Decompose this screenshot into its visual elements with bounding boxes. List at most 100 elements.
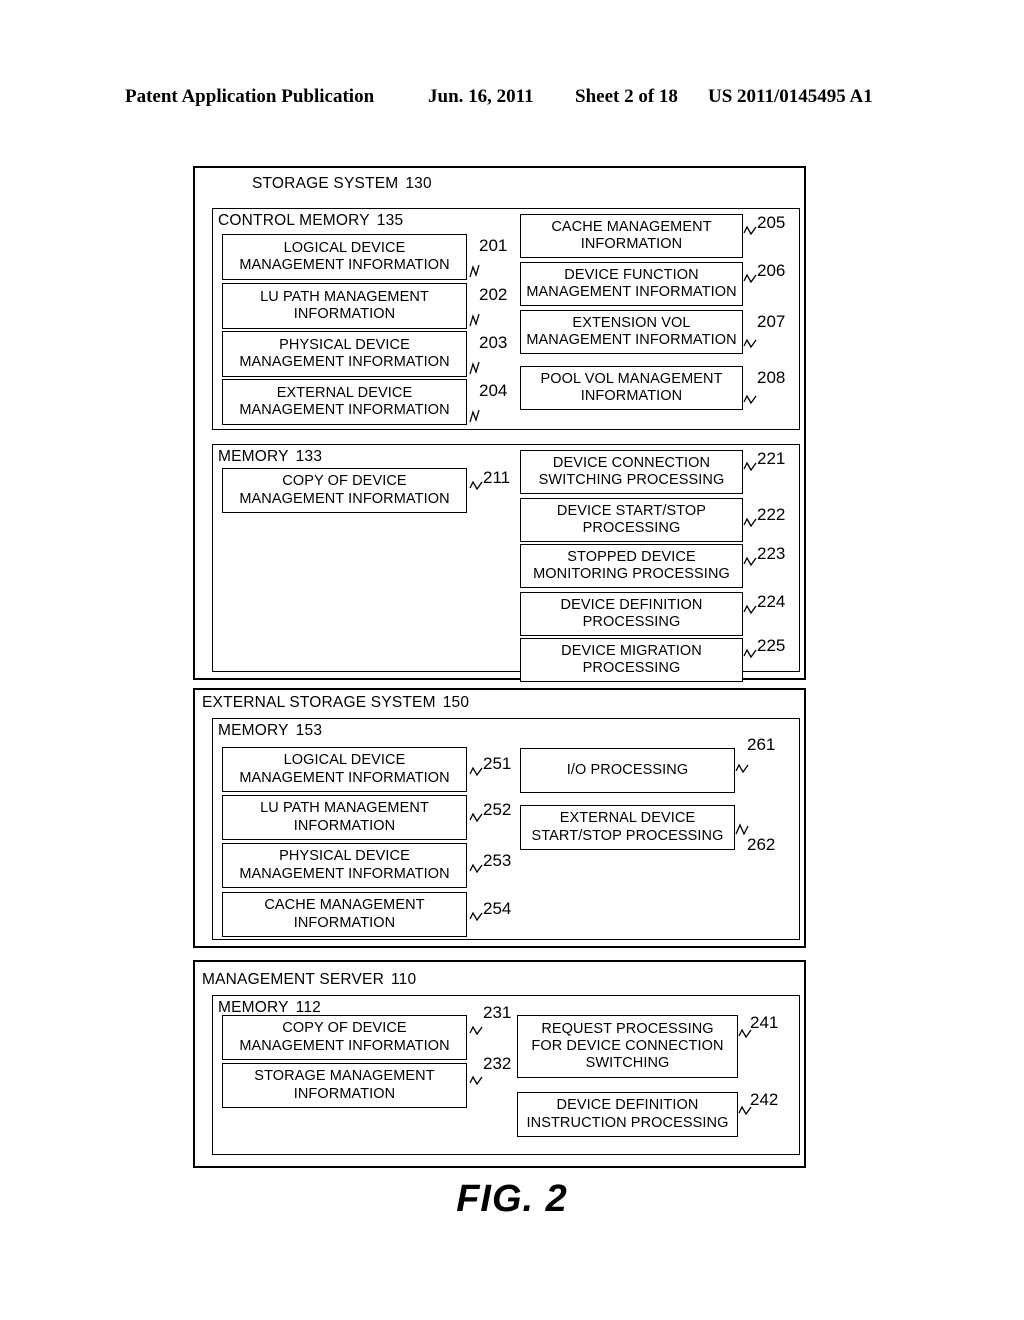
leader-squiggle [735, 762, 751, 774]
block-line: DEVICE FUNCTION [564, 266, 699, 283]
leader-squiggle [468, 264, 484, 278]
block-device-connection-switching-processing: DEVICE CONNECTION SWITCHING PROCESSING [520, 450, 743, 494]
leader-squiggle [469, 479, 485, 491]
storage-system-number: 130 [405, 175, 432, 192]
memory-153-label: MEMORY [218, 722, 289, 739]
leader-squiggle [469, 1074, 485, 1086]
block-line: MANAGEMENT INFORMATION [239, 257, 450, 273]
block-line: EXTERNAL DEVICE [276, 384, 413, 401]
block-logical-device-management-information-153: LOGICAL DEVICE MANAGEMENT INFORMATION [222, 747, 467, 792]
block-line: PROCESSING [582, 660, 681, 676]
storage-system-label: STORAGE SYSTEM [252, 175, 399, 192]
refnum-262: 262 [747, 835, 776, 854]
leader-squiggle [468, 361, 484, 375]
block-line: I/O PROCESSING [566, 761, 689, 778]
block-line: MANAGEMENT INFORMATION [239, 490, 450, 507]
external-storage-system-number: 150 [442, 694, 470, 711]
block-line: STOPPED DEVICE [567, 548, 696, 565]
memory-112-label: MEMORY [218, 999, 289, 1016]
block-line: INFORMATION [580, 236, 683, 252]
refnum-232: 232 [483, 1054, 512, 1073]
block-logical-device-management-information: LOGICAL DEVICE MANAGEMENT INFORMATION [222, 234, 467, 280]
refnum-204: 204 [479, 381, 508, 400]
block-line: INFORMATION [293, 1085, 396, 1102]
block-line: SWITCHING PROCESSING [538, 472, 725, 488]
storage-system-title: STORAGE SYSTEM 130 [252, 175, 432, 193]
memory-133-label: MEMORY [218, 448, 289, 465]
block-line: LU PATH MANAGEMENT [260, 288, 429, 305]
block-line: INFORMATION [293, 817, 396, 834]
block-device-start-stop-processing: DEVICE START/STOP PROCESSING [520, 498, 743, 542]
refnum-206: 206 [757, 261, 786, 280]
refnum-252: 252 [483, 800, 512, 819]
refnum-222: 222 [757, 505, 786, 524]
block-line: MANAGEMENT INFORMATION [239, 769, 450, 786]
leader-squiggle [743, 337, 759, 349]
block-line: POOL VOL MANAGEMENT [540, 370, 723, 387]
leader-squiggle [743, 460, 759, 472]
memory-153-number: 153 [295, 722, 323, 739]
refnum-225: 225 [757, 636, 786, 655]
block-line: MANAGEMENT INFORMATION [239, 402, 450, 418]
block-line: PHYSICAL DEVICE [279, 336, 410, 353]
block-line: EXTENSION VOL [572, 314, 691, 331]
memory-153-title: MEMORY 153 [218, 722, 322, 740]
management-server-title: MANAGEMENT SERVER 110 [202, 971, 416, 989]
block-line: FOR DEVICE CONNECTION [531, 1037, 724, 1054]
leader-squiggle [469, 765, 485, 777]
block-line: PHYSICAL DEVICE [279, 848, 410, 865]
figure-caption: FIG. 2 [456, 1178, 568, 1220]
leader-squiggle [468, 313, 484, 327]
refnum-231: 231 [483, 1003, 512, 1022]
block-line: MANAGEMENT INFORMATION [239, 354, 450, 370]
block-line: MONITORING PROCESSING [533, 566, 730, 582]
refnum-211: 211 [483, 468, 511, 487]
block-line: LOGICAL DEVICE [283, 239, 406, 256]
block-line: PROCESSING [582, 520, 681, 536]
block-line: PROCESSING [582, 614, 681, 630]
block-line: DEVICE MIGRATION [561, 642, 702, 659]
block-line: EXTERNAL DEVICE [559, 810, 696, 827]
block-line: DEVICE START/STOP [556, 502, 707, 519]
block-cache-management-information: CACHE MANAGEMENT INFORMATION [520, 214, 743, 258]
block-device-definition-instruction-processing: DEVICE DEFINITION INSTRUCTION PROCESSING [517, 1092, 738, 1137]
block-line: INFORMATION [580, 388, 683, 404]
block-extension-vol-management-information: EXTENSION VOL MANAGEMENT INFORMATION [520, 310, 743, 354]
block-storage-management-information: STORAGE MANAGEMENT INFORMATION [222, 1063, 467, 1108]
block-line: INSTRUCTION PROCESSING [526, 1114, 729, 1131]
memory-133-title: MEMORY 133 [218, 448, 322, 466]
external-storage-system-title: EXTERNAL STORAGE SYSTEM 150 [202, 694, 469, 712]
block-physical-device-management-information: PHYSICAL DEVICE MANAGEMENT INFORMATION [222, 331, 467, 377]
refnum-202: 202 [479, 285, 508, 304]
block-line: START/STOP PROCESSING [531, 827, 724, 844]
refnum-253: 253 [483, 851, 512, 870]
refnum-224: 224 [757, 592, 786, 611]
refnum-208: 208 [757, 368, 786, 387]
block-io-processing: I/O PROCESSING [520, 748, 735, 793]
leader-squiggle [743, 393, 759, 405]
block-device-function-management-information: DEVICE FUNCTION MANAGEMENT INFORMATION [520, 262, 743, 306]
block-line: DEVICE CONNECTION [552, 454, 711, 471]
leader-squiggle [738, 1104, 754, 1116]
block-request-processing-for-device-connection-switching: REQUEST PROCESSING FOR DEVICE CONNECTION… [517, 1015, 738, 1078]
block-line: MANAGEMENT INFORMATION [526, 332, 737, 348]
block-lu-path-management-information: LU PATH MANAGEMENT INFORMATION [222, 283, 467, 329]
block-physical-device-management-information-153: PHYSICAL DEVICE MANAGEMENT INFORMATION [222, 843, 467, 888]
leader-squiggle [743, 647, 759, 659]
block-line: COPY OF DEVICE [282, 473, 407, 490]
leader-squiggle [735, 823, 751, 836]
control-memory-label: CONTROL MEMORY [218, 212, 370, 229]
refnum-207: 207 [757, 312, 786, 331]
block-line: DEVICE DEFINITION [556, 1097, 699, 1114]
block-line: INFORMATION [293, 914, 396, 931]
refnum-261: 261 [747, 735, 776, 754]
leader-squiggle [469, 1024, 485, 1036]
leader-squiggle [468, 409, 484, 423]
block-line: MANAGEMENT INFORMATION [526, 284, 737, 300]
control-memory-title: CONTROL MEMORY 135 [218, 212, 403, 230]
management-server-label: MANAGEMENT SERVER [202, 971, 384, 988]
block-external-device-management-information: EXTERNAL DEVICE MANAGEMENT INFORMATION [222, 379, 467, 425]
block-copy-of-device-management-information-112: COPY OF DEVICE MANAGEMENT INFORMATION [222, 1015, 467, 1060]
block-cache-management-information-153: CACHE MANAGEMENT INFORMATION [222, 892, 467, 937]
block-line: COPY OF DEVICE [282, 1020, 407, 1037]
